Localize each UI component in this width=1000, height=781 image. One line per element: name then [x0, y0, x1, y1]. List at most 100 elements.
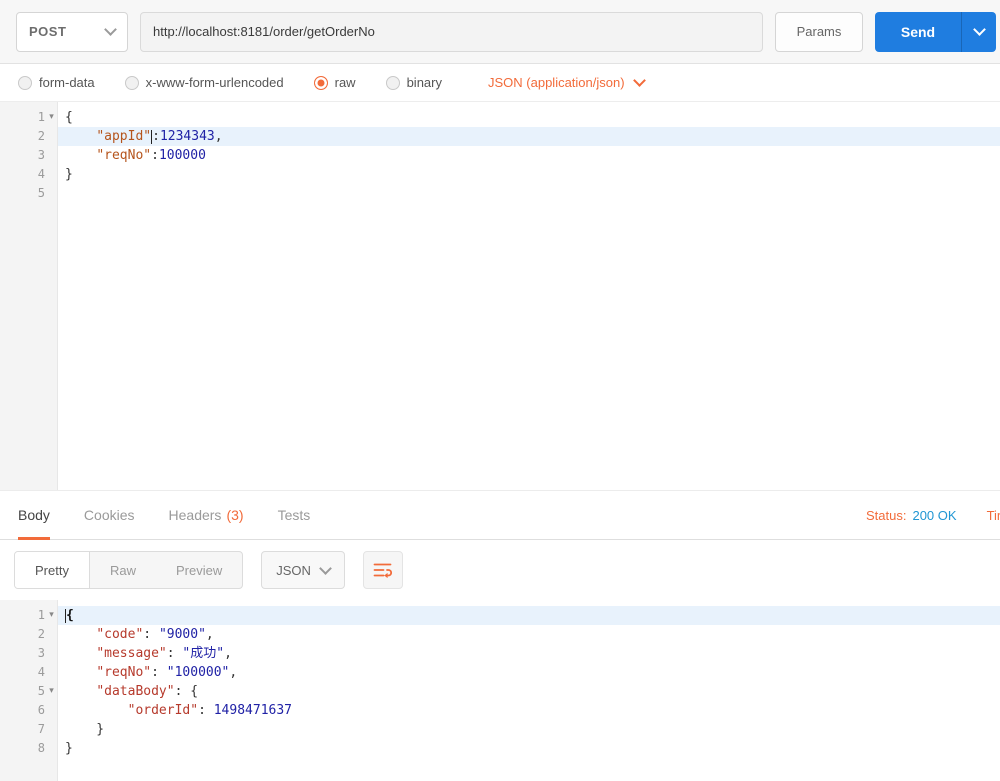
- radio-icon: [385, 75, 400, 90]
- code-text: }: [65, 722, 105, 737]
- response-status: Status: 200 OK Time:: [866, 491, 1000, 539]
- body-type-label: form-data: [39, 75, 95, 90]
- tab-label: Tests: [277, 507, 311, 523]
- body-type-row: form-data x-www-form-urlencoded raw bina…: [0, 64, 1000, 102]
- code-text: "reqNo": "100000",: [96, 665, 238, 680]
- code-line[interactable]: 4}: [0, 165, 1000, 184]
- line-number: 1: [37, 608, 45, 622]
- fold-caret-icon[interactable]: ▾: [45, 606, 58, 625]
- response-body-editor[interactable]: 1 ▾{2 "code": "9000", 3 "message": "成功", 4 …: [0, 600, 1000, 781]
- code-text: }: [65, 741, 73, 756]
- code-text: "dataBody": {: [96, 684, 199, 699]
- request-body-editor[interactable]: 1 ▾{2 "appId":1234343, 3 "reqNo":100000 4} 5: [0, 102, 1000, 490]
- line-number: 4: [37, 665, 45, 679]
- code-text: "orderId": 1498471637: [127, 703, 293, 718]
- line-number-gutter: 1 ▾: [0, 606, 58, 625]
- line-number-gutter: 8: [0, 739, 58, 758]
- code-line[interactable]: 3 "message": "成功",: [0, 644, 1000, 663]
- line-number: 4: [37, 167, 45, 181]
- tab-headers[interactable]: Headers (3): [169, 491, 244, 539]
- language-select[interactable]: JSON: [261, 551, 345, 589]
- line-number-gutter: 2: [0, 625, 58, 644]
- send-options-button[interactable]: [961, 11, 996, 52]
- radio-icon: [124, 75, 139, 90]
- tab-body[interactable]: Body: [18, 491, 50, 540]
- code-text: {: [65, 110, 73, 125]
- line-number: 5: [37, 684, 45, 698]
- line-number: 3: [37, 646, 45, 660]
- view-raw-button[interactable]: Raw: [90, 552, 156, 588]
- line-number-gutter: 1 ▾: [0, 108, 58, 127]
- body-type-form-data[interactable]: form-data: [18, 75, 95, 90]
- content-type-select[interactable]: JSON (application/json): [488, 74, 646, 90]
- content-type-label: JSON (application/json): [488, 75, 625, 90]
- line-number: 3: [37, 148, 45, 162]
- line-number: 7: [37, 722, 45, 736]
- line-number: 2: [37, 627, 45, 641]
- view-mode-switch: Pretty Raw Preview: [14, 551, 244, 589]
- body-type-raw[interactable]: raw: [313, 75, 356, 90]
- method-select[interactable]: POST: [16, 11, 128, 52]
- code-line[interactable]: 7 }: [0, 720, 1000, 739]
- fold-caret-icon[interactable]: ▾: [45, 108, 58, 127]
- radio-icon: [18, 75, 32, 90]
- code-text: "message": "成功",: [96, 646, 232, 661]
- code-text: "reqNo":100000: [96, 148, 206, 163]
- chevron-down-icon: [632, 74, 646, 87]
- code-line[interactable]: 4 "reqNo": "100000",: [0, 663, 1000, 682]
- wrap-text-button[interactable]: [362, 551, 403, 589]
- body-type-urlencoded[interactable]: x-www-form-urlencoded: [124, 75, 284, 90]
- code-line[interactable]: 6 "orderId": 1498471637: [0, 701, 1000, 720]
- send-button[interactable]: Send: [875, 11, 961, 52]
- url-input[interactable]: [140, 11, 763, 52]
- line-number: 8: [37, 741, 45, 755]
- wrap-text-icon: [374, 563, 393, 578]
- chevron-down-icon: [319, 561, 332, 575]
- tab-tests[interactable]: Tests: [278, 491, 311, 539]
- code-line[interactable]: 1 ▾ {: [0, 108, 1000, 127]
- line-number: 6: [37, 703, 45, 717]
- params-button[interactable]: Params: [775, 11, 863, 52]
- response-tabs: Body Cookies Headers (3) Tests Status: 2…: [0, 490, 1000, 540]
- tab-label: Body: [18, 507, 50, 523]
- status-label: Status:: [866, 507, 907, 523]
- code-line[interactable]: 2 "appId":1234343,: [0, 127, 1000, 146]
- code-line[interactable]: 3 "reqNo":100000: [0, 146, 1000, 165]
- postman-app: POST Params Send form-data x-www-form-ur…: [0, 0, 1000, 781]
- code-text: }: [65, 167, 73, 182]
- code-line[interactable]: 8}: [0, 739, 1000, 758]
- line-number-gutter: 5 ▾: [0, 682, 58, 701]
- line-number-gutter: 3: [0, 146, 58, 165]
- body-type-binary[interactable]: binary: [385, 75, 442, 90]
- code-line[interactable]: 1 ▾{: [0, 606, 1000, 625]
- fold-caret-icon[interactable]: ▾: [45, 682, 58, 701]
- time-label: Time:: [986, 507, 1000, 523]
- line-number: 2: [37, 129, 45, 143]
- code-text: {: [58, 606, 1000, 625]
- line-number-gutter: 7: [0, 720, 58, 739]
- code-line[interactable]: 2 "code": "9000",: [0, 625, 1000, 644]
- language-label: JSON: [276, 562, 311, 578]
- status-value: 200 OK: [912, 507, 957, 523]
- code-text: "code": "9000",: [96, 627, 214, 642]
- body-type-label: x-www-form-urlencoded: [145, 75, 284, 90]
- tab-cookies[interactable]: Cookies: [84, 491, 135, 539]
- request-bar: POST Params Send: [0, 0, 1000, 64]
- line-number: 5: [37, 186, 45, 200]
- line-number-gutter: 3: [0, 644, 58, 663]
- send-button-group: Send: [875, 11, 996, 52]
- line-number: 1: [37, 110, 45, 124]
- view-pretty-button[interactable]: Pretty: [15, 552, 90, 588]
- line-number-gutter: 4: [0, 663, 58, 682]
- line-number-gutter: 2: [0, 127, 58, 146]
- view-preview-button[interactable]: Preview: [156, 552, 242, 588]
- headers-count-badge: (3): [226, 507, 244, 523]
- code-line[interactable]: 5: [0, 184, 1000, 203]
- tab-label: Cookies: [83, 507, 135, 523]
- tab-label: Headers: [168, 507, 222, 523]
- code-line[interactable]: 5 ▾ "dataBody": {: [0, 682, 1000, 701]
- radio-icon: [313, 75, 328, 90]
- line-number-gutter: 5: [0, 184, 58, 203]
- response-toolbar: Pretty Raw Preview JSON: [0, 540, 1000, 600]
